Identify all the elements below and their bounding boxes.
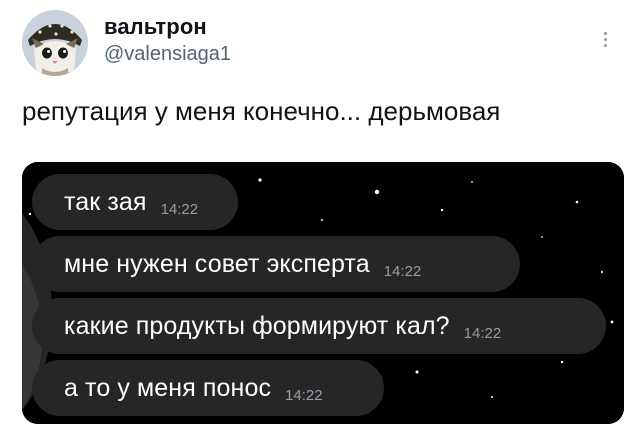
chat-message: какие продукты формируют кал? 14:22: [32, 298, 606, 354]
chat-message: так зая 14:22: [32, 174, 238, 230]
message-text: а то у меня понос: [64, 373, 272, 402]
more-vertical-icon[interactable]: [600, 30, 610, 54]
avatar[interactable]: [22, 10, 88, 76]
message-time: 14:22: [463, 324, 502, 342]
chat-message: мне нужен совет эксперта 14:22: [32, 236, 520, 292]
message-text: какие продукты формируют кал?: [64, 311, 450, 340]
message-text: так зая: [64, 187, 147, 216]
message-time: 14:22: [160, 200, 199, 218]
username-handle[interactable]: @valensiaga1: [104, 43, 231, 66]
message-time: 14:22: [383, 262, 422, 280]
cat-avatar-icon: [22, 10, 88, 76]
message-text: мне нужен совет эксперта: [64, 249, 370, 278]
chat-screenshot-image[interactable]: так зая 14:22 мне нужен совет эксперта 1…: [22, 162, 624, 424]
message-time: 14:22: [285, 386, 323, 404]
tweet-text: репутация у меня конечно... дерьмовая: [22, 96, 501, 126]
chat-message: а то у меня понос 14:22: [32, 360, 384, 416]
display-name[interactable]: вальтрон: [104, 14, 207, 40]
